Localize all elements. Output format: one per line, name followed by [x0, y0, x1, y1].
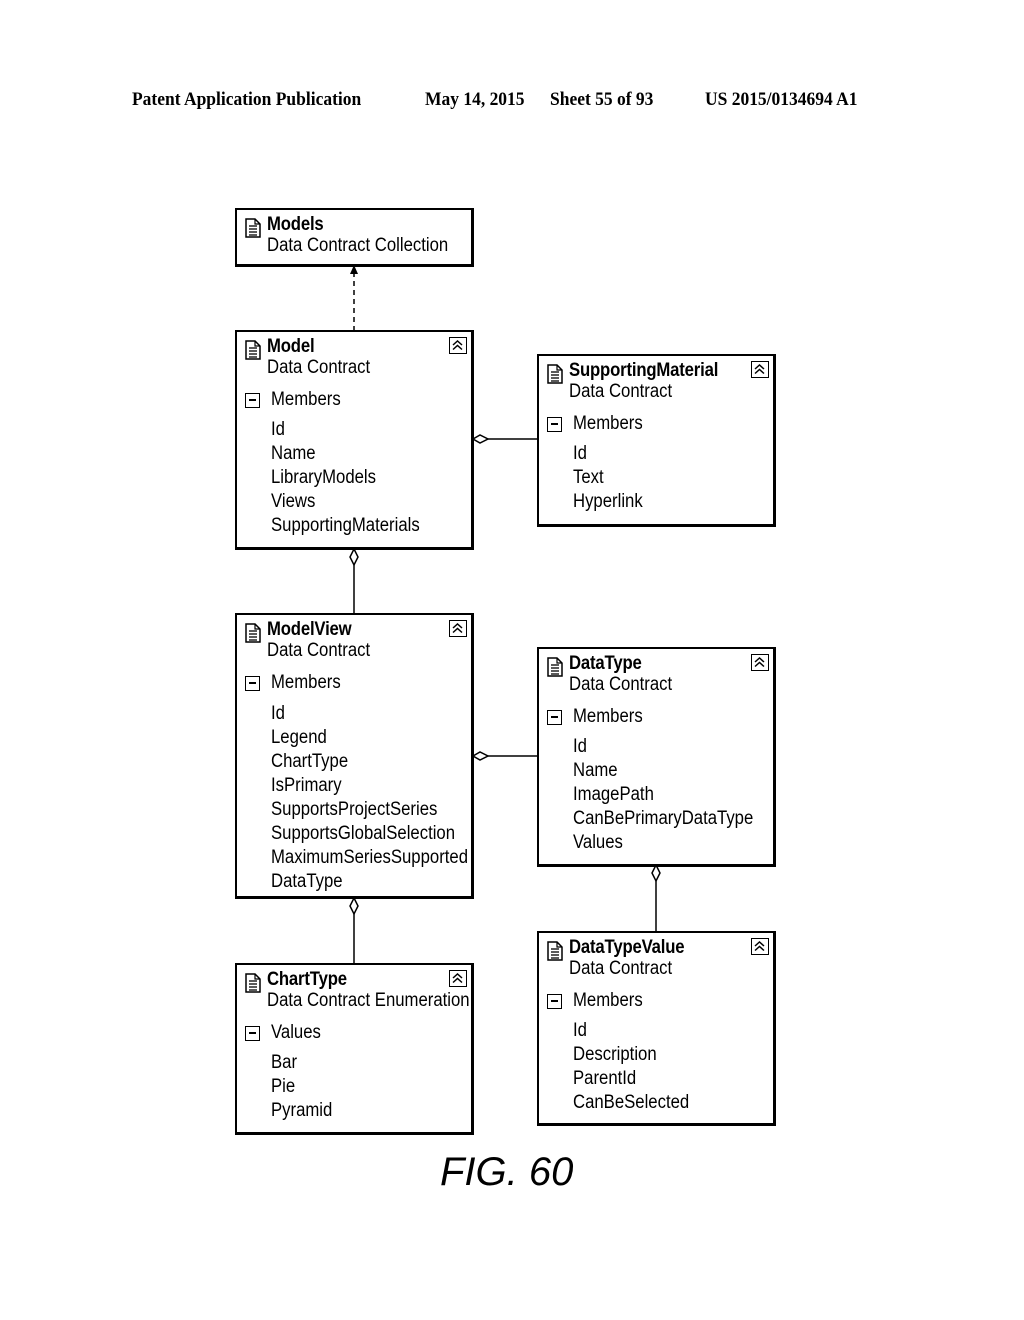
box-subtitle: Data Contract — [569, 381, 673, 402]
value-list: Bar Pie Pyramid — [271, 1051, 341, 1123]
section-label: Members — [573, 413, 643, 434]
aggregation-diamond-icon — [349, 547, 359, 567]
value-item: Pyramid — [271, 1100, 333, 1121]
document-icon — [245, 340, 261, 360]
collapse-button[interactable] — [449, 620, 467, 637]
member-item: Legend — [271, 727, 327, 748]
chart-type-box[interactable]: ChartType Data Contract Enumeration Valu… — [235, 963, 474, 1135]
section-label: Values — [271, 1022, 321, 1043]
section-collapse-toggle[interactable] — [547, 417, 562, 432]
member-item: LibraryModels — [271, 467, 377, 488]
box-subtitle: Data Contract — [569, 958, 673, 979]
collapse-button[interactable] — [751, 654, 769, 671]
box-subtitle: Data Contract Collection — [267, 235, 449, 256]
aggregation-diamond-icon — [349, 896, 359, 916]
box-title: Model — [267, 336, 315, 357]
models-box[interactable]: Models Data Contract Collection — [235, 208, 474, 267]
member-item: Id — [271, 703, 285, 724]
member-item: MaximumSeriesSupported — [271, 847, 469, 868]
aggregation-diamond-icon — [651, 863, 661, 883]
document-icon — [547, 657, 563, 677]
document-icon — [547, 941, 563, 961]
data-type-value-box[interactable]: DataTypeValue Data Contract Members Id D… — [537, 931, 776, 1126]
aggregation-diamond-icon — [471, 434, 490, 444]
document-icon — [245, 218, 261, 238]
member-item: Name — [573, 760, 618, 781]
collapse-button[interactable] — [751, 938, 769, 955]
section-collapse-toggle[interactable] — [547, 994, 562, 1009]
collapse-button[interactable] — [449, 337, 467, 354]
double-chevron-up-icon — [452, 972, 463, 984]
document-icon — [245, 623, 261, 643]
section-label: Members — [271, 672, 341, 693]
box-title: ChartType — [267, 969, 347, 990]
member-item: Text — [573, 467, 604, 488]
member-item: ImagePath — [573, 784, 654, 805]
section-label: Members — [573, 990, 643, 1011]
double-chevron-up-icon — [452, 622, 463, 634]
double-chevron-up-icon — [754, 940, 765, 952]
box-subtitle: Data Contract — [569, 674, 673, 695]
member-item: CanBeSelected — [573, 1092, 690, 1113]
connectors-layer — [349, 265, 661, 964]
member-item: CanBePrimaryDataType — [573, 808, 754, 829]
member-list: Id Legend ChartType IsPrimary SupportsPr… — [271, 702, 495, 894]
figure-label: FIG. 60 — [440, 1150, 574, 1194]
member-item: Id — [573, 736, 587, 757]
member-item: ChartType — [271, 751, 349, 772]
box-title: Models — [267, 214, 324, 235]
section-collapse-toggle[interactable] — [245, 393, 260, 408]
box-subtitle: Data Contract — [267, 640, 371, 661]
member-item: Description — [573, 1044, 657, 1065]
member-list: Id Name ImagePath CanBePrimaryDataType V… — [573, 735, 778, 855]
section-label: Members — [573, 706, 643, 727]
member-list: Id Description ParentId CanBeSelected — [573, 1019, 705, 1115]
model-box[interactable]: Model Data Contract Members Id Name Libr… — [235, 330, 474, 550]
member-item: Name — [271, 443, 316, 464]
member-item: Hyperlink — [573, 491, 643, 512]
member-item: SupportsProjectSeries — [271, 799, 438, 820]
data-type-box[interactable]: DataType Data Contract Members Id Name I… — [537, 647, 776, 867]
member-list: Id Text Hyperlink — [573, 442, 652, 514]
value-item: Bar — [271, 1052, 298, 1073]
member-item: Views — [271, 491, 316, 512]
member-item: Id — [573, 1020, 587, 1041]
double-chevron-up-icon — [452, 339, 463, 351]
member-item: SupportingMaterials — [271, 515, 420, 536]
double-chevron-up-icon — [754, 656, 765, 668]
member-item: Id — [573, 443, 587, 464]
document-icon — [547, 364, 563, 384]
section-collapse-toggle[interactable] — [547, 710, 562, 725]
box-title: DataType — [569, 653, 642, 674]
document-icon — [245, 973, 261, 993]
member-item: DataType — [271, 871, 343, 892]
section-collapse-toggle[interactable] — [245, 1026, 260, 1041]
member-item: Values — [573, 832, 623, 853]
collapse-button[interactable] — [449, 970, 467, 987]
member-item: ParentId — [573, 1068, 637, 1089]
model-view-box[interactable]: ModelView Data Contract Members Id Legen… — [235, 613, 474, 899]
collapse-button[interactable] — [751, 361, 769, 378]
double-chevron-up-icon — [754, 363, 765, 375]
section-collapse-toggle[interactable] — [245, 676, 260, 691]
box-subtitle: Data Contract — [267, 357, 371, 378]
value-item: Pie — [271, 1076, 296, 1097]
box-title: DataTypeValue — [569, 937, 685, 958]
member-list: Id Name LibraryModels Views SupportingMa… — [271, 418, 440, 538]
section-label: Members — [271, 389, 341, 410]
member-item: SupportsGlobalSelection — [271, 823, 456, 844]
member-item: IsPrimary — [271, 775, 342, 796]
box-subtitle: Data Contract Enumeration — [267, 990, 470, 1011]
box-title: SupportingMaterial — [569, 360, 719, 381]
box-title: ModelView — [267, 619, 352, 640]
member-item: Id — [271, 419, 285, 440]
supporting-material-box[interactable]: SupportingMaterial Data Contract Members… — [537, 354, 776, 527]
